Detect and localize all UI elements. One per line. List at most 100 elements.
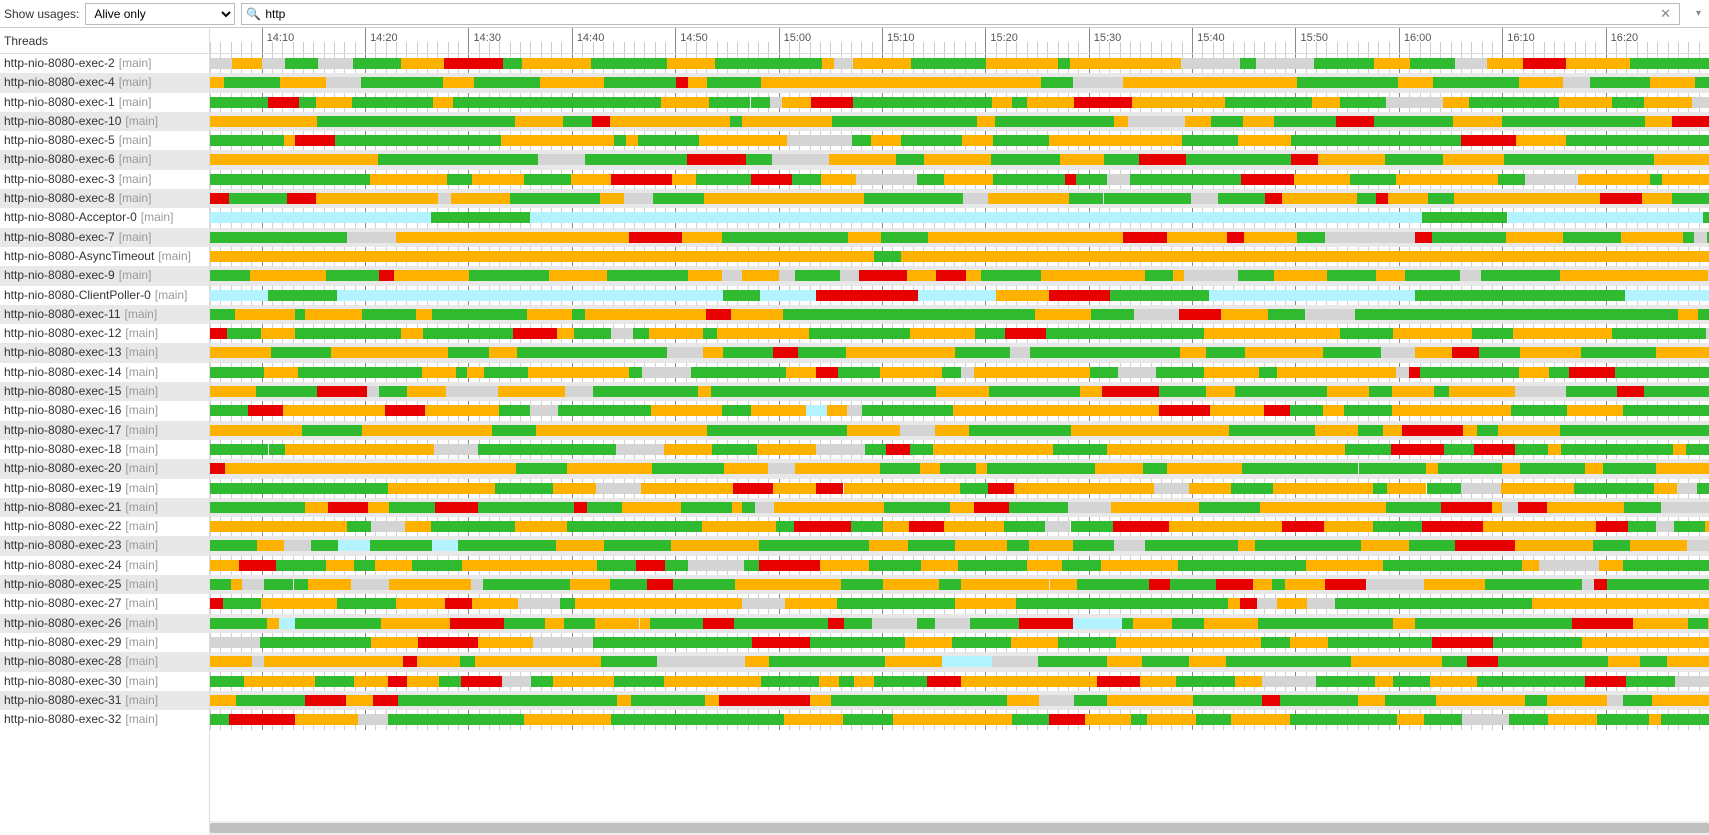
state-segment[interactable] xyxy=(1145,540,1184,551)
state-segment[interactable] xyxy=(674,483,733,494)
state-segment[interactable] xyxy=(1425,116,1453,127)
state-segment[interactable] xyxy=(484,367,528,378)
state-segment[interactable] xyxy=(388,714,448,725)
state-segment[interactable] xyxy=(1012,714,1048,725)
state-segment[interactable] xyxy=(962,135,993,146)
state-segment[interactable] xyxy=(1574,598,1619,609)
state-segment[interactable] xyxy=(497,251,560,262)
state-segment[interactable] xyxy=(742,270,780,281)
state-segment[interactable] xyxy=(1513,328,1575,339)
state-segment[interactable] xyxy=(841,579,883,590)
state-segment[interactable] xyxy=(1621,232,1683,243)
state-segment[interactable] xyxy=(772,154,830,165)
state-segment[interactable] xyxy=(1107,444,1165,455)
state-segment[interactable] xyxy=(276,560,326,571)
state-segment[interactable] xyxy=(1515,386,1566,397)
state-segment[interactable] xyxy=(1016,521,1045,532)
state-segment[interactable] xyxy=(699,135,734,146)
state-segment[interactable] xyxy=(574,502,586,513)
state-segment[interactable] xyxy=(1167,463,1211,474)
state-segment[interactable] xyxy=(1432,232,1478,243)
state-segment[interactable] xyxy=(581,135,614,146)
state-segment[interactable] xyxy=(1101,560,1117,571)
state-segment[interactable] xyxy=(1461,483,1501,494)
state-segment[interactable] xyxy=(734,618,794,629)
state-segment[interactable] xyxy=(1441,502,1492,513)
state-segment[interactable] xyxy=(1523,58,1566,69)
state-segment[interactable] xyxy=(622,154,669,165)
state-segment[interactable] xyxy=(1460,270,1481,281)
state-segment[interactable] xyxy=(1700,154,1709,165)
state-segment[interactable] xyxy=(1007,695,1038,706)
state-segment[interactable] xyxy=(530,290,633,301)
state-segment[interactable] xyxy=(1040,193,1058,204)
state-segment[interactable] xyxy=(558,405,595,416)
state-segment[interactable] xyxy=(869,347,896,358)
state-segment[interactable] xyxy=(1373,521,1399,532)
state-segment[interactable] xyxy=(1562,463,1585,474)
state-segment[interactable] xyxy=(944,174,993,185)
state-segment[interactable] xyxy=(1515,444,1548,455)
state-segment[interactable] xyxy=(1664,367,1678,378)
state-segment[interactable] xyxy=(389,579,429,590)
state-segment[interactable] xyxy=(1410,174,1426,185)
state-segment[interactable] xyxy=(287,463,326,474)
state-segment[interactable] xyxy=(1690,367,1709,378)
track-row[interactable] xyxy=(210,150,1709,169)
state-segment[interactable] xyxy=(884,502,929,513)
state-segment[interactable] xyxy=(626,135,638,146)
state-segment[interactable] xyxy=(407,386,446,397)
state-segment[interactable] xyxy=(452,251,498,262)
state-segment[interactable] xyxy=(1045,521,1071,532)
state-segment[interactable] xyxy=(504,270,550,281)
state-segment[interactable] xyxy=(592,116,610,127)
state-segment[interactable] xyxy=(1307,598,1324,609)
state-segment[interactable] xyxy=(324,232,347,243)
state-segment[interactable] xyxy=(1657,135,1698,146)
state-segment[interactable] xyxy=(210,386,256,397)
state-segment[interactable] xyxy=(447,695,487,706)
state-segment[interactable] xyxy=(641,483,674,494)
state-segment[interactable] xyxy=(1642,193,1672,204)
state-segment[interactable] xyxy=(1150,135,1181,146)
state-segment[interactable] xyxy=(595,618,640,629)
state-segment[interactable] xyxy=(567,463,610,474)
state-segment[interactable] xyxy=(1229,425,1253,436)
state-segment[interactable] xyxy=(398,695,418,706)
state-segment[interactable] xyxy=(1477,676,1531,687)
state-segment[interactable] xyxy=(1623,560,1642,571)
state-segment[interactable] xyxy=(611,328,633,339)
state-segment[interactable] xyxy=(910,405,954,416)
state-segment[interactable] xyxy=(1173,270,1184,281)
clear-search-icon[interactable]: ✕ xyxy=(1656,6,1675,22)
state-segment[interactable] xyxy=(650,618,703,629)
state-segment[interactable] xyxy=(1020,405,1035,416)
state-segment[interactable] xyxy=(1038,656,1053,667)
state-segment[interactable] xyxy=(1210,405,1264,416)
state-segment[interactable] xyxy=(1520,347,1562,358)
state-segment[interactable] xyxy=(1095,463,1143,474)
state-segment[interactable] xyxy=(1422,521,1483,532)
state-segment[interactable] xyxy=(335,135,396,146)
thread-row[interactable]: http-nio-8080-exec-23[main] xyxy=(0,536,209,555)
state-segment[interactable] xyxy=(783,309,814,320)
state-segment[interactable] xyxy=(551,97,607,108)
state-segment[interactable] xyxy=(1277,598,1307,609)
state-segment[interactable] xyxy=(549,270,607,281)
state-segment[interactable] xyxy=(515,116,562,127)
state-segment[interactable] xyxy=(1617,386,1644,397)
track-row[interactable] xyxy=(210,421,1709,440)
state-segment[interactable] xyxy=(853,97,878,108)
state-segment[interactable] xyxy=(1474,309,1529,320)
state-segment[interactable] xyxy=(1027,560,1062,571)
state-segment[interactable] xyxy=(1477,425,1498,436)
state-segment[interactable] xyxy=(210,463,225,474)
state-segment[interactable] xyxy=(1561,444,1620,455)
state-segment[interactable] xyxy=(1438,463,1482,474)
state-segment[interactable] xyxy=(1129,58,1181,69)
thread-row[interactable]: http-nio-8080-exec-17[main] xyxy=(0,421,209,440)
state-segment[interactable] xyxy=(815,270,840,281)
state-segment[interactable] xyxy=(961,676,1018,687)
state-segment[interactable] xyxy=(624,193,653,204)
state-segment[interactable] xyxy=(1073,251,1127,262)
